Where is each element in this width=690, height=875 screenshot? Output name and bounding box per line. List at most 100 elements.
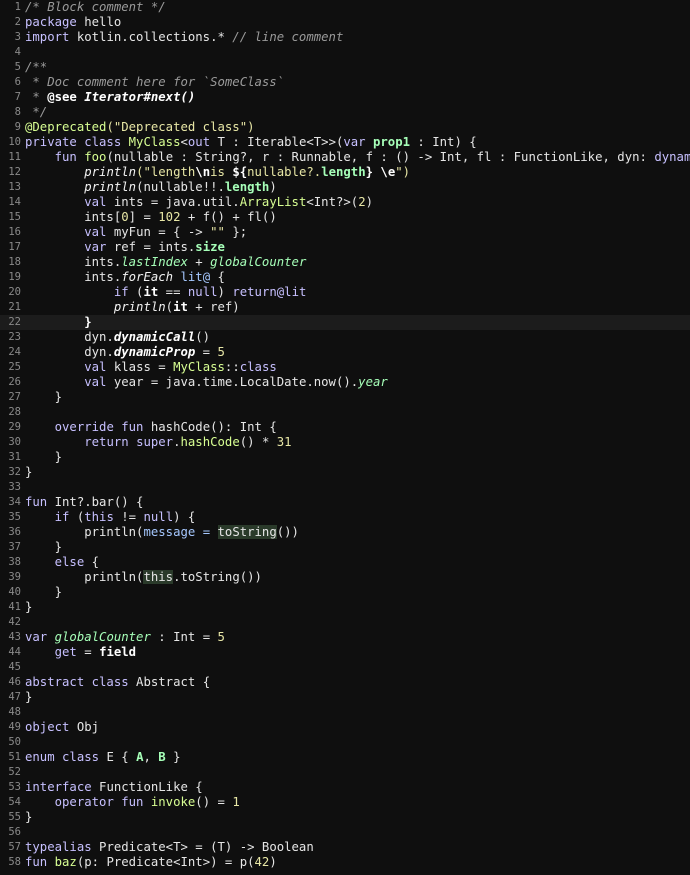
code-token: year <box>358 375 388 389</box>
code-token: } <box>84 315 92 329</box>
code-token: }; <box>224 225 248 239</box>
code-token: override fun <box>54 420 144 434</box>
code-line[interactable]: 44 get = field <box>0 645 690 660</box>
code-line[interactable]: 23 dyn.dynamicCall() <box>0 330 690 345</box>
line-number: 11 <box>8 151 21 163</box>
line-number: 43 <box>8 631 21 643</box>
code-line[interactable]: 28 <box>0 405 690 420</box>
code-line[interactable]: 45 <box>0 660 690 675</box>
code-token: it <box>143 285 159 299</box>
code-line[interactable]: 43 var globalCounter : Int = 5 <box>0 630 690 645</box>
code-line[interactable]: 42 <box>0 615 690 630</box>
code-token: kotlin.collections.* <box>69 30 233 44</box>
code-line[interactable]: 54 operator fun invoke() = 1 <box>0 795 690 810</box>
code-editor[interactable]: 1 /* Block comment */ 2 package hello 3 impor… <box>0 0 690 875</box>
code-line[interactable]: 20 if (it == null) return@lit <box>0 285 690 300</box>
code-token: ) <box>365 195 373 209</box>
code-token: (nullable : String?, r : Runnable, f : (… <box>106 150 655 164</box>
code-token: T : Iterable<T>>( <box>210 135 344 149</box>
line-number: 5 <box>14 61 21 73</box>
code-token: \e <box>380 165 396 179</box>
code-line[interactable]: 6 * Doc comment here for `SomeClass` <box>0 75 690 90</box>
code-line[interactable]: 12 println("length\nis ${nullable?.lengt… <box>0 165 690 180</box>
code-line[interactable]: 49 object Obj <box>0 720 690 735</box>
code-line[interactable]: 51 enum class E { A, B } <box>0 750 690 765</box>
code-line[interactable]: 35 if (this != null) { <box>0 510 690 525</box>
code-token: <Int?>( <box>306 195 359 209</box>
code-line[interactable]: 31 } <box>0 450 690 465</box>
code-token: typealias <box>25 840 92 854</box>
code-line[interactable]: 8 */ <box>0 105 690 120</box>
code-line[interactable]: 52 <box>0 765 690 780</box>
code-line[interactable]: 17 var ref = ints.size <box>0 240 690 255</box>
code-token: == <box>158 285 188 299</box>
code-line[interactable]: 48 <box>0 705 690 720</box>
code-line[interactable]: 39 println(this.toString()) <box>0 570 690 585</box>
code-line[interactable]: 47} <box>0 690 690 705</box>
code-text: val klass = MyClass::class <box>25 360 277 375</box>
code-line[interactable]: 26 val year = java.time.LocalDate.now().… <box>0 375 690 390</box>
code-line[interactable]: 14 val ints = java.util.ArrayList<Int?>(… <box>0 195 690 210</box>
code-line[interactable]: 56 <box>0 825 690 840</box>
code-line[interactable]: 21 println(it + ref) <box>0 300 690 315</box>
code-line[interactable]: 36 println(message = toString()) <box>0 525 690 540</box>
code-line[interactable]: 5 /** <box>0 60 690 75</box>
code-line[interactable]: 18 ints.lastIndex + globalCounter <box>0 255 690 270</box>
code-token: toString <box>217 525 277 539</box>
code-line[interactable]: 3 import kotlin.collections.* // line com… <box>0 30 690 45</box>
code-line[interactable]: 57 typealias Predicate<T> = (T) -> Boolea… <box>0 840 690 855</box>
code-token: field <box>99 645 137 659</box>
code-line[interactable]: 58 fun baz(p: Predicate<Int>) = p(42) <box>0 855 690 870</box>
code-line[interactable]: 55} <box>0 810 690 825</box>
code-token: class <box>239 360 277 374</box>
code-line[interactable]: 22 } <box>0 315 690 330</box>
code-line[interactable]: 15 ints[0] = 102 + f() + fl() <box>0 210 690 225</box>
code-line[interactable]: 41} <box>0 600 690 615</box>
code-line[interactable]: 13 println(nullable!!.length) <box>0 180 690 195</box>
code-line[interactable]: 19 ints.forEach lit@ { <box>0 270 690 285</box>
code-line[interactable]: 27 } <box>0 390 690 405</box>
code-token: { <box>84 555 100 569</box>
code-line[interactable]: 24 dyn.dynamicProp = 5 <box>0 345 690 360</box>
code-line[interactable]: 30 return super.hashCode() * 31 <box>0 435 690 450</box>
code-token: /* Block comment */ <box>25 0 166 14</box>
line-number: 52 <box>8 766 21 778</box>
code-line[interactable]: 32} <box>0 465 690 480</box>
code-token: * <box>25 90 48 104</box>
code-line[interactable]: 34 fun Int?.bar() { <box>0 495 690 510</box>
code-line[interactable]: 33 <box>0 480 690 495</box>
code-token: dyn. <box>25 345 114 359</box>
code-line[interactable]: 25 val klass = MyClass::class <box>0 360 690 375</box>
code-token: baz <box>54 855 77 869</box>
code-line[interactable]: 9 @Deprecated("Deprecated class") <box>0 120 690 135</box>
code-line[interactable]: 16 val myFun = { -> "" }; <box>0 225 690 240</box>
code-line[interactable]: 38 else { <box>0 555 690 570</box>
code-line[interactable]: 50 <box>0 735 690 750</box>
code-line[interactable]: 11 fun foo(nullable : String?, r : Runna… <box>0 150 690 165</box>
code-token: object <box>25 720 70 734</box>
code-token: println( <box>25 525 144 539</box>
code-line[interactable]: 7 * @see Iterator#next() <box>0 90 690 105</box>
code-line[interactable]: 10 private class MyClass<out T : Iterable… <box>0 135 690 150</box>
code-token: () = <box>195 795 233 809</box>
code-token: enum class <box>25 750 100 764</box>
code-line[interactable]: 29 override fun hashCode(): Int { <box>0 420 690 435</box>
code-token: year = java.time.LocalDate.now(). <box>106 375 359 389</box>
code-line[interactable]: 2 package hello <box>0 15 690 30</box>
code-line[interactable]: 53 interface FunctionLike { <box>0 780 690 795</box>
code-line[interactable]: 40 } <box>0 585 690 600</box>
code-line[interactable]: 37 } <box>0 540 690 555</box>
code-line[interactable]: 46 abstract class Abstract { <box>0 675 690 690</box>
code-line[interactable]: 4 <box>0 45 690 60</box>
code-token: Iterator#next() <box>84 90 196 104</box>
code-token: ( <box>128 285 144 299</box>
code-line[interactable]: 1 /* Block comment */ <box>0 0 690 15</box>
code-token: it <box>173 300 188 314</box>
